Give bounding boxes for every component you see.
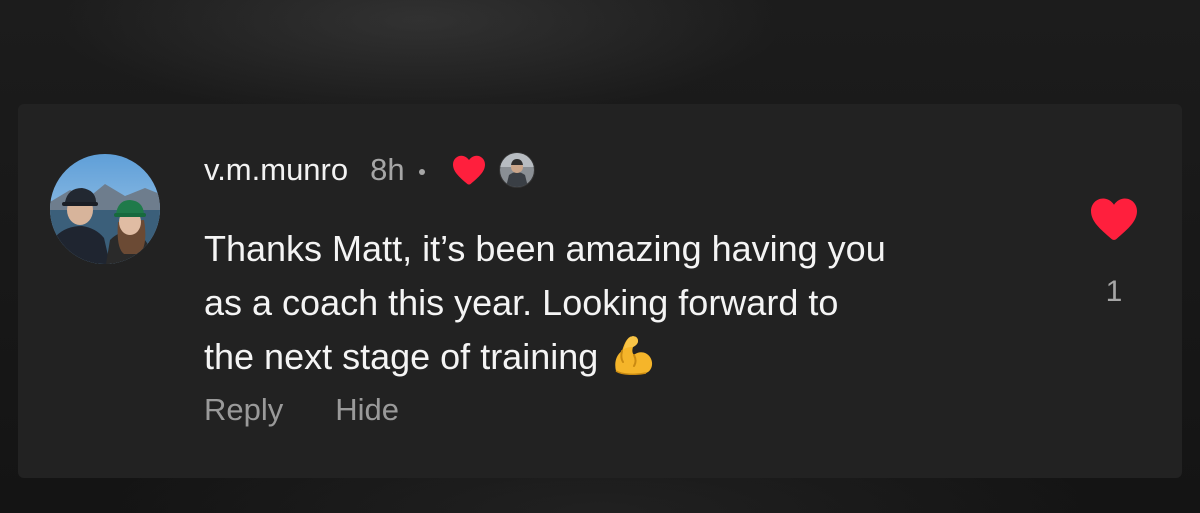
creator-liked-heart-icon xyxy=(451,154,487,191)
comment-line-3: the next stage of training xyxy=(204,330,1064,390)
heart-filled-icon[interactable] xyxy=(1088,196,1140,247)
comment-line-2: as a coach this year. Looking forward to xyxy=(204,282,839,323)
comment-actions: Reply Hide xyxy=(204,392,399,428)
avatar[interactable] xyxy=(50,154,160,264)
like-count: 1 xyxy=(1105,275,1123,308)
reply-button[interactable]: Reply xyxy=(204,392,283,428)
comment-card: v.m.munro 8h Thanks Matt, it’s been amaz… xyxy=(18,104,1182,478)
hide-button[interactable]: Hide xyxy=(335,392,399,428)
comment-text: Thanks Matt, it’s been amazing having yo… xyxy=(204,222,1064,390)
flexed-biceps-emoji-icon xyxy=(610,333,656,390)
username[interactable]: v.m.munro xyxy=(204,152,348,188)
dot-icon xyxy=(418,169,425,175)
comment-line-1: Thanks Matt, it’s been amazing having yo… xyxy=(204,228,886,269)
timestamp: 8h xyxy=(370,152,405,187)
comment-header: v.m.munro 8h xyxy=(204,150,535,190)
comment-line-3-text: the next stage of training xyxy=(204,336,599,377)
like-area: 1 xyxy=(1088,196,1140,309)
creator-avatar xyxy=(498,152,535,188)
